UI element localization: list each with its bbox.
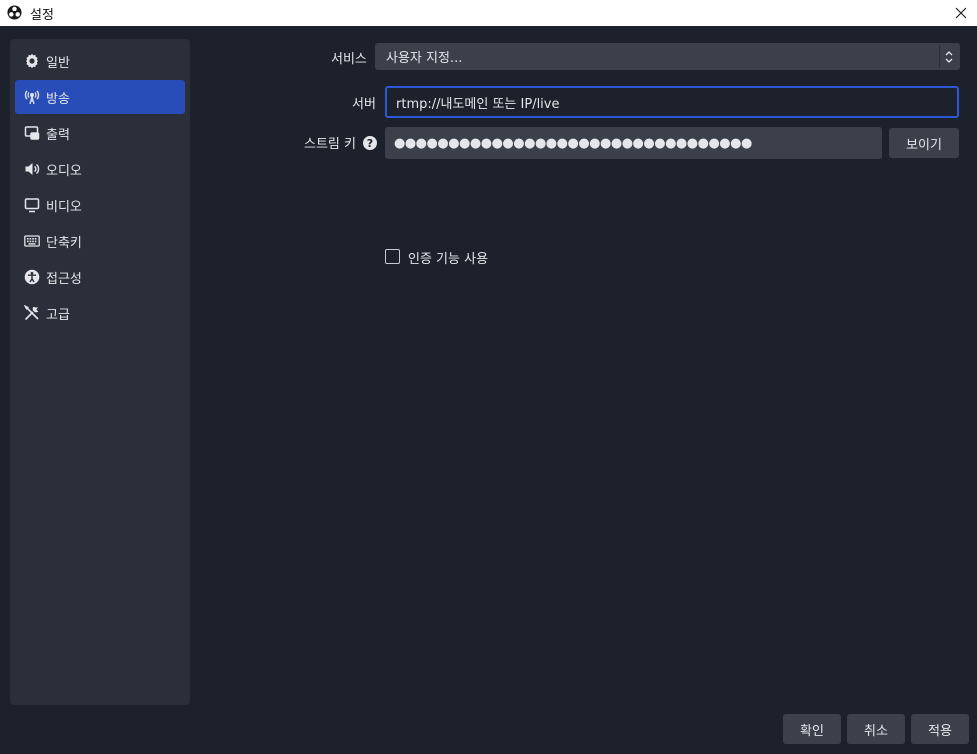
gear-icon <box>23 52 41 70</box>
output-icon <box>23 124 41 142</box>
sidebar-item-label: 고급 <box>46 307 70 323</box>
auth-checkbox-label[interactable]: 인증 기능 사용 <box>408 248 488 267</box>
server-label: 서버 <box>352 97 376 112</box>
settings-sidebar: 일반 방송 출력 오디오 비디오 단축키 접근성 고급 <box>10 39 190 705</box>
speaker-icon <box>23 160 41 178</box>
ok-button[interactable]: 확인 <box>783 714 841 744</box>
sidebar-item-label: 오디오 <box>46 163 82 179</box>
sidebar-item-label: 접근성 <box>46 271 82 287</box>
server-input[interactable]: rtmp://내도메인 또는 IP/live <box>385 86 959 118</box>
title-bar: 설정 <box>0 0 977 26</box>
select-arrows-icon <box>939 45 958 68</box>
sidebar-item-label: 출력 <box>46 127 70 143</box>
sidebar-item-hotkeys[interactable]: 단축키 <box>15 224 185 258</box>
sidebar-item-audio[interactable]: 오디오 <box>15 152 185 186</box>
service-select-value: 사용자 지정... <box>386 51 463 66</box>
stream-key-input[interactable]: ●●●●●●●●●●●●●●●●●●●●●●●●●●●●●●●●● <box>385 127 882 159</box>
stream-key-value: ●●●●●●●●●●●●●●●●●●●●●●●●●●●●●●●●● <box>394 135 752 151</box>
server-input-value: rtmp://내도메인 또는 IP/live <box>396 96 560 112</box>
monitor-icon <box>23 196 41 214</box>
stream-key-label: 스트림 키 <box>304 137 356 152</box>
auth-checkbox[interactable] <box>385 249 400 264</box>
close-button[interactable] <box>951 3 971 23</box>
sidebar-item-accessibility[interactable]: 접근성 <box>15 260 185 294</box>
service-select[interactable]: 사용자 지정... <box>375 43 960 70</box>
sidebar-item-advanced[interactable]: 고급 <box>15 296 185 330</box>
sidebar-item-general[interactable]: 일반 <box>15 44 185 78</box>
sidebar-item-label: 방송 <box>46 91 70 107</box>
tools-icon <box>23 304 41 322</box>
keyboard-icon <box>23 232 41 250</box>
broadcast-icon <box>23 88 41 106</box>
window-title: 설정 <box>30 8 54 23</box>
close-icon <box>955 7 967 19</box>
sidebar-item-output[interactable]: 출력 <box>15 116 185 150</box>
accessibility-icon <box>23 268 41 286</box>
sidebar-item-video[interactable]: 비디오 <box>15 188 185 222</box>
obs-logo-icon <box>7 5 22 20</box>
apply-button[interactable]: 적용 <box>911 714 969 744</box>
sidebar-item-stream[interactable]: 방송 <box>15 80 185 114</box>
help-icon[interactable]: ? <box>363 136 377 150</box>
show-key-button[interactable]: 보이기 <box>889 128 959 158</box>
sidebar-item-label: 일반 <box>46 55 70 71</box>
sidebar-item-label: 비디오 <box>46 199 82 215</box>
service-label: 서비스 <box>331 52 367 67</box>
sidebar-item-label: 단축키 <box>46 235 82 251</box>
cancel-button[interactable]: 취소 <box>847 714 905 744</box>
